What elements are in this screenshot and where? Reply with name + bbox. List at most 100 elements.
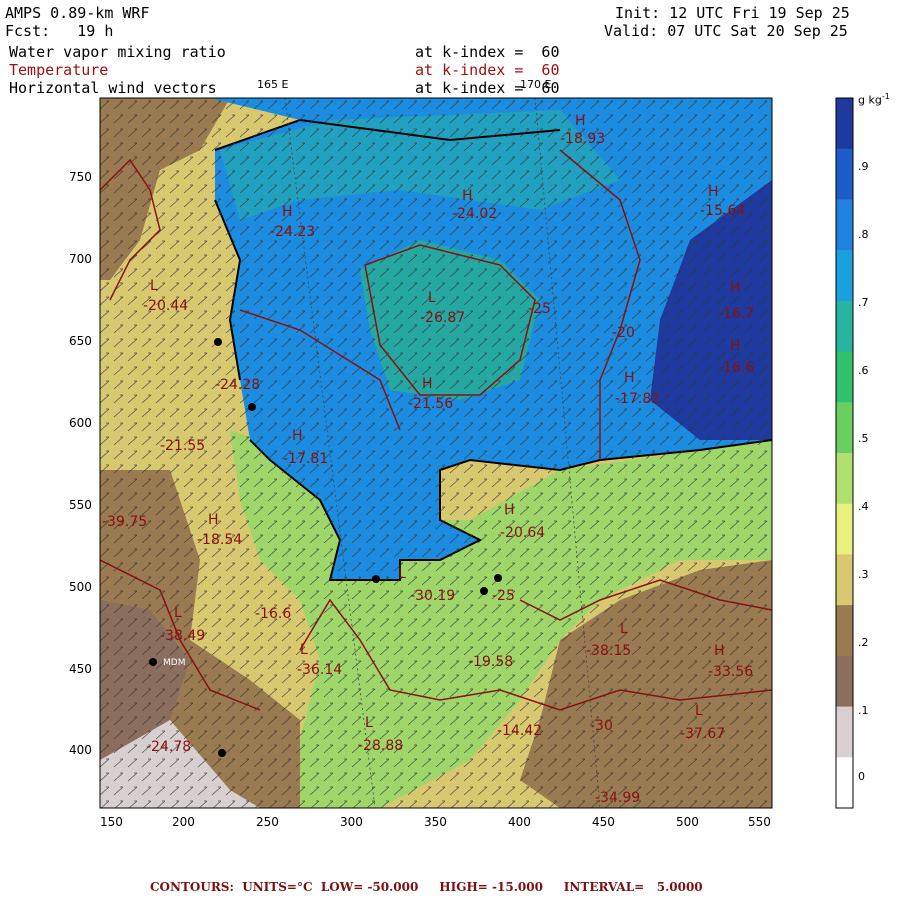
- low-mark: L: [398, 566, 406, 582]
- y-tick: 450: [69, 662, 92, 676]
- contour-label: -21.55: [160, 438, 205, 454]
- high-mark: H: [714, 643, 725, 659]
- low-value: -37.67: [680, 726, 725, 742]
- colorbar-units-exponent: -1: [881, 92, 890, 101]
- colorbar-label: 0: [858, 770, 865, 783]
- map-plot: H -18.93 H -24.02 H -15.64 H -24.23 L -2…: [99, 97, 854, 809]
- y-tick: 750: [69, 170, 92, 184]
- contour-info-footer: CONTOURS: UNITS=°C LOW= -50.000 HIGH= -1…: [150, 880, 703, 894]
- y-tick: 500: [69, 580, 92, 594]
- colorbar-label: .1: [858, 704, 869, 717]
- high-value: -17.82: [615, 391, 660, 407]
- colorbar-swatch: [836, 250, 853, 302]
- high-value: -16.6: [718, 360, 754, 376]
- high-mark: H: [208, 512, 219, 528]
- x-tick: 500: [676, 815, 699, 829]
- low-mark: L: [300, 642, 308, 658]
- colorbar-swatch: [836, 300, 853, 353]
- colorbar-swatch: [836, 148, 853, 200]
- colorbar-swatch: [836, 757, 853, 809]
- high-value: -18.54: [197, 532, 242, 548]
- high-mark: H: [575, 113, 586, 129]
- colorbar-swatch: [836, 655, 853, 708]
- y-tick: 650: [69, 334, 92, 348]
- high-value: -20.64: [500, 525, 545, 541]
- y-tick: 400: [69, 743, 92, 757]
- high-value: -24.23: [270, 224, 315, 240]
- colorbar-label: .9: [858, 160, 869, 173]
- y-tick: 700: [69, 252, 92, 266]
- x-tick: 250: [256, 815, 279, 829]
- high-mark: H: [422, 376, 433, 392]
- colorbar-swatch: [836, 453, 853, 505]
- low-value: -30.19: [410, 588, 455, 604]
- colorbar-label: .3: [858, 568, 869, 581]
- high-mark: H: [282, 204, 293, 220]
- high-value: -15.64: [700, 203, 745, 219]
- low-value: -20.44: [143, 298, 188, 314]
- colorbar-units-text: g kg: [858, 93, 882, 107]
- low-value: -24.78: [146, 739, 191, 755]
- high-value: -18.93: [560, 131, 605, 147]
- low-value: -38.15: [586, 643, 631, 659]
- station-label: MDM: [163, 658, 185, 668]
- high-mark: H: [504, 502, 515, 518]
- contour-label: -25: [528, 301, 551, 317]
- colorbar-label: .6: [858, 364, 869, 377]
- low-mark: L: [174, 605, 182, 621]
- colorbar-swatch: [836, 98, 853, 150]
- colorbar-label: .2: [858, 636, 869, 649]
- low-value: -36.14: [297, 662, 342, 678]
- colorbar-swatch: [836, 554, 853, 606]
- colorbar-units: g kg-1: [858, 92, 890, 107]
- low-value: -34.99: [595, 790, 640, 806]
- low-mark: L: [150, 278, 158, 294]
- y-tick: 550: [69, 498, 92, 512]
- high-value: -21.56: [408, 396, 453, 412]
- high-value: -33.56: [708, 664, 753, 680]
- low-mark: L: [428, 290, 436, 306]
- y-tick: 600: [69, 416, 92, 430]
- colorbar-swatch: [836, 199, 853, 251]
- contour-label: -20: [612, 325, 635, 341]
- colorbar: [836, 98, 853, 809]
- x-tick: 400: [508, 815, 531, 829]
- low-value: -38.49: [160, 628, 205, 644]
- contour-label: -14.42: [497, 723, 542, 739]
- colorbar-swatch: [836, 706, 853, 758]
- low-value: -19.58: [468, 654, 513, 670]
- high-value: -24.02: [452, 206, 497, 222]
- high-mark: H: [624, 370, 635, 386]
- high-mark: H: [730, 338, 741, 354]
- contour-label: -39.75: [102, 514, 147, 530]
- colorbar-swatch: [836, 351, 853, 403]
- colorbar-label: .8: [858, 228, 869, 241]
- x-tick: 150: [100, 815, 123, 829]
- high-value: -16.7: [718, 306, 754, 322]
- x-tick: 550: [748, 815, 771, 829]
- contour-label: -16.6: [255, 606, 291, 622]
- colorbar-swatch: [836, 503, 853, 555]
- high-value: -17.81: [283, 451, 328, 467]
- colorbar-label: .5: [858, 432, 869, 445]
- high-mark: H: [730, 280, 741, 296]
- x-tick: 350: [424, 815, 447, 829]
- high-mark: H: [708, 184, 719, 200]
- contour-label: -24.28: [215, 377, 260, 393]
- x-tick: 300: [340, 815, 363, 829]
- low-value: -26.87: [420, 310, 465, 326]
- low-mark: L: [365, 715, 373, 731]
- high-mark: H: [292, 428, 303, 444]
- low-mark: L: [695, 703, 703, 719]
- contour-label: -30: [590, 718, 613, 734]
- colorbar-label: .4: [858, 500, 869, 513]
- x-tick: 450: [592, 815, 615, 829]
- high-mark: H: [462, 188, 473, 204]
- colorbar-swatch: [836, 402, 853, 454]
- colorbar-label: .7: [858, 296, 869, 309]
- contour-label: -25: [492, 588, 515, 604]
- x-tick: 200: [172, 815, 195, 829]
- colorbar-swatch: [836, 605, 853, 657]
- low-mark: L: [620, 621, 628, 637]
- low-value: -28.88: [358, 738, 403, 754]
